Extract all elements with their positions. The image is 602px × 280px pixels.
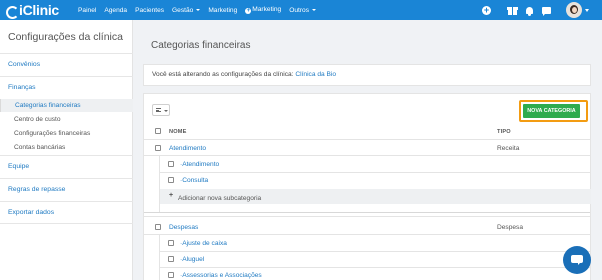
sidebar-item-categorias-financeiras[interactable]: Categorias financeiras [0,99,133,112]
add-subcategory-row[interactable]: + Adicionar nova subcategoria [160,189,591,204]
divider [144,234,590,235]
filter-dropdown-button[interactable] [152,104,170,116]
main-nav: Painel Agenda Pacientes Gestão Marketing… [78,0,324,20]
nav-outros[interactable]: Outros [289,6,317,14]
subcategory-checkbox[interactable] [168,256,174,262]
subcategory-name: Consulta [182,177,209,184]
nav-painel[interactable]: Painel [78,7,96,14]
gift-icon[interactable] [507,6,518,15]
divider [160,172,590,173]
sidebar-item-configuracoes-financeiras[interactable]: Configurações financeiras [0,127,133,140]
sidebar-item-label: Exportar dados [8,209,55,216]
subcategory-checkbox[interactable] [168,240,174,246]
category-type: Despesa [497,224,524,231]
sidebar-item-convenios[interactable]: Convênios [0,53,133,76]
nav-gestao[interactable]: Gestão [172,6,201,14]
subcategory-checkbox[interactable] [168,272,174,278]
message-icon[interactable] [542,6,551,16]
chat-widget-button[interactable] [563,246,591,274]
nav-marketing-plus[interactable]: + Marketing [245,6,281,14]
nav-pacientes[interactable]: Pacientes [135,7,164,14]
chevron-down-icon [164,110,168,112]
nav-agenda[interactable]: Agenda [104,7,127,14]
divider [144,216,590,217]
clinic-info-text: Você está alterando as configurações da … [152,71,336,78]
chevron-down-icon [312,8,317,11]
top-icons: + [482,0,560,20]
iclinic-logo-icon [5,5,19,19]
subcategory-link[interactable]: ·Assessorias e Associações [180,272,262,279]
subcategory-link[interactable]: ·Atendimento [180,161,219,168]
brand-name: iClinic [19,2,59,18]
subcategory-name: Ajuste de caixa [182,240,227,247]
sidebar-item-label: Regras de repasse [8,186,66,193]
subcategory-link[interactable]: ·Aluguel [180,256,204,263]
row-checkbox[interactable] [155,224,161,230]
new-category-button[interactable]: NOVA CATEGORIA [523,104,580,118]
bell-icon[interactable] [526,7,533,16]
chevron-down-icon[interactable] [585,9,589,12]
sidebar-item-regras-de-repasse[interactable]: Regras de repasse [0,178,133,201]
chevron-down-icon [196,8,201,11]
column-header-name: NOME [169,129,187,135]
subcategory-link[interactable]: ·Consulta [180,177,208,184]
clinic-link[interactable]: Clínica da Bio [295,71,336,78]
plus-icon: + [169,192,174,199]
subcategory-link[interactable]: ·Ajuste de caixa [180,240,227,247]
sidebar-item-financas[interactable]: Finanças [8,84,36,91]
sidebar-item-centro-de-custo[interactable]: Centro de custo [0,113,133,126]
subcategory-name: Assessorias e Associações [182,272,262,279]
subcategory-checkbox[interactable] [168,177,174,183]
divider [160,251,590,252]
subcategory-name: Atendimento [182,161,220,168]
sidebar-title: Configurações da clínica [8,31,123,43]
brand-logo[interactable]: iClinic [5,2,59,19]
divider [144,212,590,213]
categories-panel: NOVA CATEGORIA NOME TIPO Atendimento Rec… [143,93,591,280]
sidebar-group-financas: Finanças Categorias financeiras Centro d… [0,76,133,155]
indent-guide [159,234,160,280]
category-name-link[interactable]: Atendimento [169,145,206,152]
avatar[interactable] [566,2,582,18]
subcategory-name: Aluguel [182,256,205,263]
sidebar-item-equipe[interactable]: Equipe [0,155,133,178]
add-subcategory-text: + Adicionar nova subcategoria [169,192,261,202]
clinic-info-box: Você está alterando as configurações da … [143,64,591,86]
info-prefix: Você está alterando as configurações da … [152,71,294,78]
divider [144,155,590,156]
add-subcategory-label: Adicionar nova subcategoria [178,195,262,202]
plus-circle-icon: + [245,7,252,14]
sidebar-item-label: Equipe [8,163,30,170]
sidebar-item-label: Convênios [8,61,41,68]
category-name-link[interactable]: Despesas [169,224,198,231]
nav-outros-label: Outros [289,6,310,14]
divider [160,267,590,268]
nav-marketing[interactable]: Marketing [208,7,237,14]
new-category-highlight: NOVA CATEGORIA [519,100,588,122]
column-header-type: TIPO [497,129,511,135]
nav-gestao-label: Gestão [172,6,194,14]
category-type: Receita [497,145,520,152]
divider [144,139,590,140]
row-checkbox[interactable] [155,145,161,151]
add-icon[interactable]: + [482,5,491,15]
page-title: Categorias financeiras [151,40,251,51]
nav-marketing-plus-label: Marketing [252,6,282,14]
sidebar-item-contas-bancarias[interactable]: Contas bancárias [0,141,133,154]
filter-icon [156,108,161,112]
settings-sidebar: Configurações da clínica Convênios Finan… [0,20,133,280]
subcategory-checkbox[interactable] [168,161,174,167]
top-navbar: iClinic Painel Agenda Pacientes Gestão M… [0,0,602,20]
select-all-checkbox[interactable] [155,128,161,134]
sidebar-item-exportar-dados[interactable]: Exportar dados [0,201,133,224]
